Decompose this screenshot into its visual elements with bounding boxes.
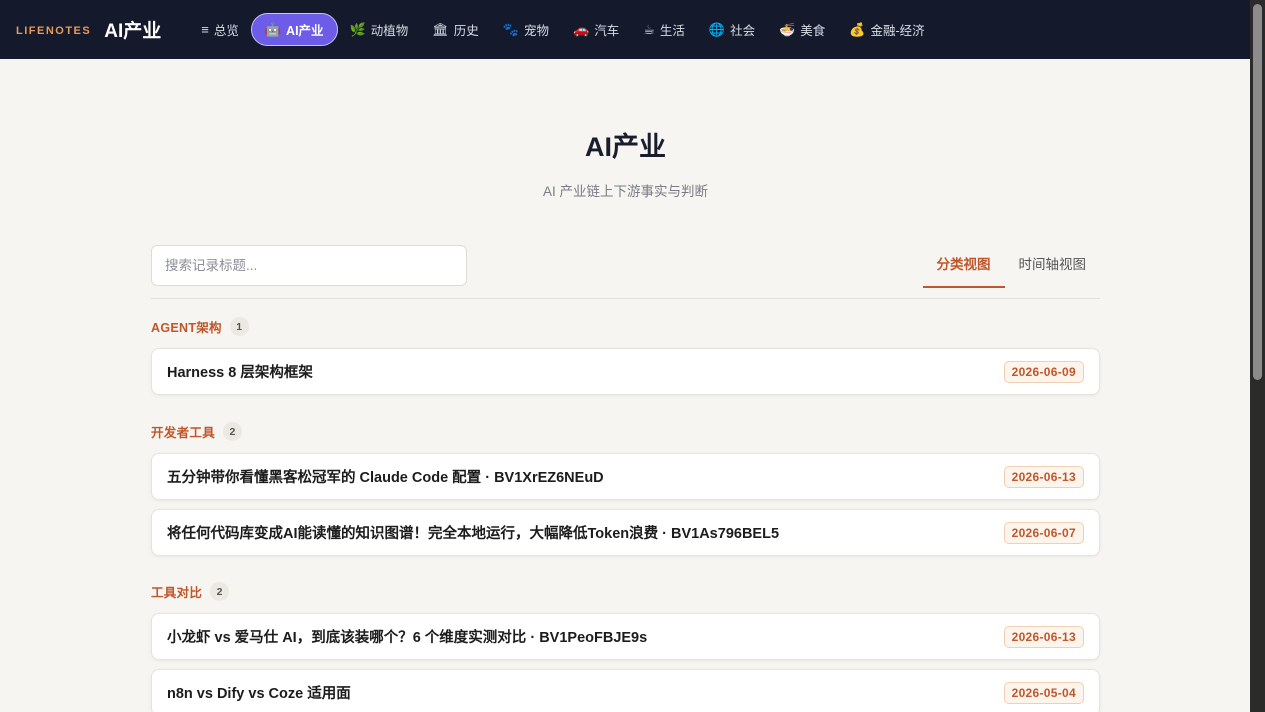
list-item[interactable]: n8n vs Dify vs Coze 适用面 2026-05-04 [151,669,1100,712]
view-tabs: 分类视图 时间轴视图 [922,245,1101,299]
robot-icon: 🤖 [264,22,282,37]
section-header-dev-tools: 开发者工具 2 [151,422,1100,441]
nav-item-finance[interactable]: 💰 金融-经济 [837,13,936,46]
scrollbar[interactable] [1250,0,1265,712]
museum-icon: 🏛 [432,22,449,37]
nav-item-label: AI产业 [286,24,324,38]
section-title: 工具对比 [151,586,203,600]
page-title: AI产业 [585,132,666,162]
search-input[interactable] [151,245,467,286]
item-title: 将任何代码库变成AI能读懂的知识图谱！完全本地运行，大幅降低Token浪费 · … [167,526,780,542]
main-content: AI产业 AI 产业链上下游事实与判断 分类视图 时间轴视图 AGENT架构 1… [151,59,1100,712]
page-subtitle: AI 产业链上下游事实与判断 [542,184,708,199]
item-title: n8n vs Dify vs Coze 适用面 [167,686,351,702]
nav-item-ai-industry[interactable]: 🤖 AI产业 [250,13,338,46]
nav-item-overview[interactable]: ≡ 总览 [189,13,251,46]
money-bag-icon: 💰 [849,22,866,37]
nav-item-label: 总览 [213,24,239,38]
nav-item-pets[interactable]: 🐾 宠物 [491,13,561,46]
item-title: Harness 8 层架构框架 [167,365,313,381]
list-item[interactable]: Harness 8 层架构框架 2026-06-09 [151,348,1100,395]
tab-category-view[interactable]: 分类视图 [922,245,1005,288]
section-header-tool-compare: 工具对比 2 [151,582,1100,601]
menu-icon: ≡ [201,22,209,37]
nav-item-label: 社会 [730,24,756,38]
item-title: 五分钟带你看懂黑客松冠军的 Claude Code 配置 · BV1XrEZ6N… [167,470,604,486]
section-count-badge: 2 [223,422,243,441]
brand-small-logo[interactable]: LIFENOTES [16,25,91,37]
toolbar: 分类视图 时间轴视图 [151,245,1100,299]
section-header-agent: AGENT架构 1 [151,317,1100,336]
nav-item-food[interactable]: 🍜 美食 [767,13,837,46]
category-nav: ≡ 总览 🤖 AI产业 🌿 动植物 🏛 历史 🐾 宠物 🚗 汽车 ☕ 生活 🌐 [189,13,936,46]
nav-item-label: 汽车 [594,24,620,38]
nav-item-society[interactable]: 🌐 社会 [697,13,767,46]
item-title: 小龙虾 vs 爱马仕 AI，到底该装哪个？6 个维度实测对比 · BV1PeoF… [167,630,648,646]
nav-item-label: 历史 [453,24,479,38]
nav-item-label: 宠物 [523,24,549,38]
list-item[interactable]: 将任何代码库变成AI能读懂的知识图谱！完全本地运行，大幅降低Token浪费 · … [151,509,1100,556]
scrollbar-thumb[interactable] [1253,4,1262,380]
car-icon: 🚗 [573,22,590,37]
date-badge: 2026-06-13 [1003,465,1084,488]
coffee-icon: ☕ [643,22,655,37]
nav-item-label: 生活 [659,24,685,38]
noodle-bowl-icon: 🍜 [779,22,796,37]
tab-timeline-view[interactable]: 时间轴视图 [1005,245,1101,299]
leaf-icon: 🌿 [349,22,366,37]
section-count-badge: 2 [210,582,230,601]
date-badge: 2026-06-07 [1003,521,1084,544]
nav-item-life[interactable]: ☕ 生活 [631,13,697,46]
nav-item-history[interactable]: 🏛 历史 [420,13,491,46]
date-badge: 2026-05-04 [1003,681,1084,704]
nav-item-cars[interactable]: 🚗 汽车 [561,13,631,46]
nav-item-label: 美食 [800,24,826,38]
nav-item-flora-fauna[interactable]: 🌿 动植物 [338,13,421,46]
nav-item-label: 金融-经济 [870,24,925,38]
section-title: AGENT架构 [151,321,222,335]
section-title: 开发者工具 [151,426,216,440]
paw-icon: 🐾 [502,22,519,37]
list-item[interactable]: 小龙虾 vs 爱马仕 AI，到底该装哪个？6 个维度实测对比 · BV1PeoF… [151,613,1100,660]
section-count-badge: 1 [229,317,249,336]
date-badge: 2026-06-13 [1003,625,1084,648]
list-item[interactable]: 五分钟带你看懂黑客松冠军的 Claude Code 配置 · BV1XrEZ6N… [151,453,1100,500]
globe-icon: 🌐 [708,22,726,37]
date-badge: 2026-06-09 [1003,360,1084,383]
top-nav-bar: LIFENOTES AI产业 ≡ 总览 🤖 AI产业 🌿 动植物 🏛 历史 🐾 … [0,0,1250,59]
nav-item-label: 动植物 [370,24,409,38]
brand-title[interactable]: AI产业 [104,16,161,43]
